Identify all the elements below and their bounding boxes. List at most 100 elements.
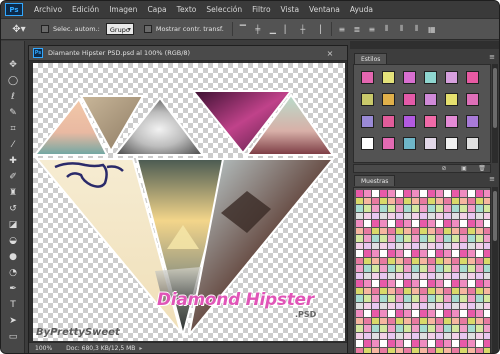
color-swatch[interactable]	[460, 265, 467, 272]
color-swatch[interactable]	[436, 242, 443, 249]
color-swatch[interactable]	[468, 227, 475, 234]
color-swatch[interactable]	[484, 242, 490, 249]
color-swatch[interactable]	[420, 212, 427, 219]
color-swatch[interactable]	[364, 340, 371, 347]
color-swatch[interactable]	[372, 212, 379, 219]
color-swatch[interactable]	[476, 302, 483, 309]
color-swatch[interactable]	[468, 235, 475, 242]
color-swatch[interactable]	[364, 197, 371, 204]
new-style-icon[interactable]: ▣	[460, 165, 468, 173]
color-swatch[interactable]	[460, 332, 467, 339]
color-swatch[interactable]	[388, 212, 395, 219]
color-swatch[interactable]	[444, 332, 451, 339]
color-swatch[interactable]	[396, 317, 403, 324]
style-swatch[interactable]	[403, 93, 416, 106]
color-swatch[interactable]	[444, 242, 451, 249]
distribute-right-icon[interactable]: ⦀	[412, 24, 422, 34]
clone-stamp-icon[interactable]: ♜	[4, 185, 22, 201]
color-swatch[interactable]	[404, 317, 411, 324]
color-swatch[interactable]	[356, 227, 363, 234]
color-swatch[interactable]	[412, 272, 419, 279]
color-swatch[interactable]	[460, 235, 467, 242]
color-swatch[interactable]	[364, 325, 371, 332]
color-swatch[interactable]	[452, 332, 459, 339]
color-swatch[interactable]	[356, 332, 363, 339]
align-right-icon[interactable]: ▕	[313, 24, 323, 34]
style-swatch[interactable]	[466, 93, 479, 106]
color-swatch[interactable]	[372, 347, 379, 353]
distribute-hcenter-icon[interactable]: ⦀	[397, 24, 407, 34]
color-swatch[interactable]	[396, 325, 403, 332]
color-swatch[interactable]	[396, 302, 403, 309]
color-swatch[interactable]	[468, 212, 475, 219]
color-swatch[interactable]	[356, 325, 363, 332]
color-swatch[interactable]	[420, 317, 427, 324]
close-icon[interactable]: ×	[325, 48, 335, 58]
color-swatch[interactable]	[476, 272, 483, 279]
color-swatch[interactable]	[372, 295, 379, 302]
color-swatch[interactable]	[476, 332, 483, 339]
menu-edicion[interactable]: Edición	[67, 1, 104, 18]
color-swatch[interactable]	[420, 295, 427, 302]
style-swatch[interactable]	[403, 137, 416, 150]
color-swatch[interactable]	[404, 295, 411, 302]
color-swatch[interactable]	[356, 280, 363, 287]
color-swatch[interactable]	[372, 325, 379, 332]
color-swatch[interactable]	[412, 280, 419, 287]
color-swatch[interactable]	[420, 250, 427, 257]
color-swatch[interactable]	[476, 235, 483, 242]
color-swatch[interactable]	[444, 295, 451, 302]
move-tool-preset-icon[interactable]: ✥▾	[7, 21, 31, 37]
color-swatch[interactable]	[484, 197, 490, 204]
color-swatch[interactable]	[372, 227, 379, 234]
color-swatch[interactable]	[444, 212, 451, 219]
menu-texto[interactable]: Texto	[172, 1, 202, 18]
color-swatch[interactable]	[356, 287, 363, 294]
color-swatch[interactable]	[460, 227, 467, 234]
color-swatch[interactable]	[380, 347, 387, 353]
align-bottom-icon[interactable]: ▁	[268, 24, 278, 34]
color-swatch[interactable]	[476, 310, 483, 317]
color-swatch[interactable]	[364, 302, 371, 309]
style-swatch[interactable]	[466, 115, 479, 128]
color-swatch[interactable]	[356, 257, 363, 264]
style-swatch[interactable]	[445, 71, 458, 84]
color-swatch[interactable]	[444, 257, 451, 264]
color-swatch[interactable]	[356, 295, 363, 302]
color-swatch[interactable]	[420, 197, 427, 204]
color-swatch[interactable]	[452, 205, 459, 212]
color-swatch[interactable]	[412, 317, 419, 324]
color-swatch[interactable]	[412, 227, 419, 234]
color-swatch[interactable]	[452, 295, 459, 302]
tab-estilos[interactable]: Estilos	[354, 53, 388, 64]
color-swatch[interactable]	[460, 325, 467, 332]
color-swatch[interactable]	[420, 332, 427, 339]
menu-ayuda[interactable]: Ayuda	[345, 1, 378, 18]
type-icon[interactable]: T	[4, 297, 22, 313]
color-swatch[interactable]	[388, 242, 395, 249]
color-swatch[interactable]	[388, 227, 395, 234]
color-swatch[interactable]	[428, 235, 435, 242]
color-swatch[interactable]	[380, 197, 387, 204]
color-swatch[interactable]	[460, 310, 467, 317]
status-menu-icon[interactable]: ▸	[139, 345, 142, 352]
color-swatch[interactable]	[420, 242, 427, 249]
color-swatch[interactable]	[404, 272, 411, 279]
distribute-bottom-icon[interactable]: ≡	[367, 24, 377, 34]
color-swatch[interactable]	[460, 287, 467, 294]
color-swatch[interactable]	[388, 325, 395, 332]
color-swatch[interactable]	[468, 272, 475, 279]
color-swatch[interactable]	[396, 212, 403, 219]
color-swatch[interactable]	[428, 317, 435, 324]
color-swatch[interactable]	[404, 212, 411, 219]
color-swatch[interactable]	[388, 332, 395, 339]
document-canvas[interactable]: Diamond Hipster .PSD ByPrettySweet	[33, 63, 345, 341]
color-swatch[interactable]	[468, 340, 475, 347]
document-tab[interactable]: Ps Diamante Hipster PSD.psd al 100% (RGB…	[29, 46, 347, 61]
color-swatch[interactable]	[436, 190, 443, 197]
color-swatch[interactable]	[380, 205, 387, 212]
color-swatch[interactable]	[412, 190, 419, 197]
color-swatch[interactable]	[364, 212, 371, 219]
style-swatch[interactable]	[361, 71, 374, 84]
color-swatch[interactable]	[412, 220, 419, 227]
